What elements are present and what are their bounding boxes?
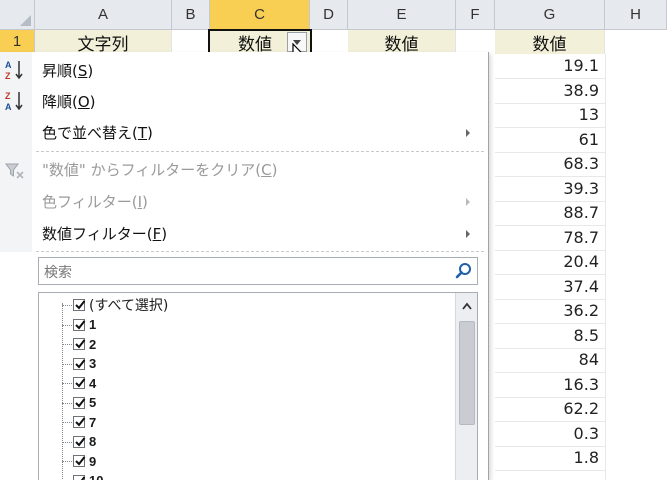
checkbox-checked-icon[interactable] — [73, 377, 86, 389]
cell-a1[interactable]: 文字列 — [35, 30, 172, 55]
cell-g-value[interactable]: 13 — [495, 103, 599, 127]
option-label: 7 — [89, 414, 97, 430]
checkbox-checked-icon[interactable] — [73, 435, 86, 448]
select-all-corner[interactable] — [0, 0, 35, 30]
sort-descending-icon: Z A — [5, 91, 23, 112]
filter-value-option[interactable]: 10 — [73, 471, 103, 480]
cell-g-value[interactable]: 61 — [495, 128, 599, 152]
option-label: 9 — [89, 453, 97, 469]
submenu-arrow-icon — [466, 230, 470, 238]
filter-value-option[interactable]: 3 — [73, 354, 96, 374]
cell-e1[interactable]: 数値 — [348, 30, 456, 55]
menu-separator — [36, 151, 484, 152]
cell-g-value[interactable]: 0.3 — [495, 422, 599, 446]
column-header-b[interactable]: B — [172, 0, 210, 30]
tree-line — [62, 324, 72, 326]
clear-filter-icon — [5, 163, 24, 179]
checkbox-checked-icon[interactable] — [73, 318, 86, 331]
tree-line — [62, 303, 63, 480]
checkbox-checked-icon[interactable] — [73, 455, 86, 467]
column-header-a[interactable]: A — [35, 0, 172, 30]
autofilter-menu: A Z 昇順(S) Z A 降順(O) 色で並べ替え(T) "数値" からフィル… — [0, 52, 489, 480]
list-scrollbar[interactable] — [455, 293, 477, 480]
svg-text:Z: Z — [5, 71, 11, 81]
sort-by-color-item[interactable]: 色で並べ替え(T) — [42, 120, 153, 146]
option-label: 2 — [89, 336, 97, 352]
filter-value-option[interactable]: 8 — [73, 432, 96, 452]
cell-g1[interactable]: 数値 — [495, 30, 605, 55]
checkbox-checked-icon[interactable] — [73, 416, 86, 428]
sort-ascending-icon: A Z — [5, 60, 23, 81]
checkbox-checked-icon[interactable] — [73, 338, 86, 350]
number-filter-item[interactable]: 数値フィルター(F) — [42, 221, 167, 247]
option-label: 10 — [89, 473, 103, 480]
submenu-arrow-icon — [466, 129, 470, 137]
filter-value-option[interactable]: 9 — [73, 451, 96, 471]
cell-g-value[interactable]: 8.5 — [495, 324, 599, 348]
tree-line — [62, 305, 72, 306]
select-all-option[interactable]: (すべて選択) — [73, 295, 168, 315]
filter-value-option[interactable]: 7 — [73, 412, 96, 432]
column-header-f[interactable]: F — [456, 0, 495, 30]
cell-g-value[interactable]: 38.9 — [495, 79, 599, 103]
tree-line — [62, 344, 72, 345]
search-placeholder: 検索 — [44, 265, 72, 281]
option-label: 1 — [89, 317, 97, 332]
column-header-h[interactable]: H — [605, 0, 667, 30]
checkbox-checked-icon[interactable] — [73, 474, 86, 480]
cell-g-value[interactable]: 20.4 — [495, 250, 599, 274]
filter-value-option[interactable]: 4 — [73, 373, 96, 393]
column-header-g[interactable]: G — [495, 0, 605, 30]
cell-g-value[interactable]: 39.3 — [495, 177, 599, 201]
column-header-d[interactable]: D — [310, 0, 348, 30]
value-checklist: (すべて選択) 1 2 3 4 5 7 8 9 10 — [38, 292, 478, 480]
column-header-c[interactable]: C — [210, 0, 310, 30]
cell-g-value[interactable]: 62.2 — [495, 397, 599, 421]
color-filter-item[interactable]: 色フィルター(I) — [42, 189, 148, 215]
option-label: 5 — [89, 395, 97, 410]
search-input[interactable]: 検索 — [38, 257, 478, 285]
option-label: 8 — [89, 434, 97, 449]
cell-g-value[interactable]: 84 — [495, 348, 599, 372]
tree-line — [62, 402, 72, 404]
svg-text:A: A — [5, 60, 12, 70]
scrollbar-thumb[interactable] — [459, 321, 475, 425]
search-icon[interactable] — [455, 262, 473, 280]
filter-value-option[interactable]: 1 — [73, 315, 96, 335]
gridline — [495, 470, 605, 471]
tree-line — [62, 383, 72, 384]
tree-line — [62, 422, 72, 423]
sort-descending-item[interactable]: 降順(O) — [42, 89, 96, 115]
gridline — [605, 54, 606, 480]
cell-g-value[interactable]: 37.4 — [495, 275, 599, 299]
cell-g-value[interactable]: 19.1 — [495, 54, 599, 78]
scroll-up-icon[interactable] — [462, 302, 472, 310]
cell-g-value[interactable]: 88.7 — [495, 201, 599, 225]
tree-line — [62, 441, 72, 443]
svg-text:Z: Z — [5, 91, 11, 101]
menu-separator — [36, 251, 484, 252]
cell-g-value[interactable]: 1.8 — [495, 446, 599, 470]
submenu-arrow-icon — [466, 198, 470, 206]
row-header-1[interactable]: 1 — [0, 30, 35, 54]
filter-value-option[interactable]: 2 — [73, 334, 96, 354]
cell-g-value[interactable]: 78.7 — [495, 226, 599, 250]
checkbox-checked-icon[interactable] — [73, 299, 86, 311]
option-label: 4 — [89, 375, 97, 391]
menu-icon-gutter — [0, 52, 32, 252]
cell-g-value[interactable]: 16.3 — [495, 373, 599, 397]
checkbox-checked-icon[interactable] — [73, 357, 86, 370]
clear-filter-item[interactable]: "数値" からフィルターをクリア(C) — [42, 157, 277, 183]
cell-g-value[interactable]: 68.3 — [495, 152, 599, 176]
tree-line — [62, 461, 72, 462]
svg-text:A: A — [5, 102, 12, 112]
option-label: (すべて選択) — [89, 298, 169, 314]
cell-g-value[interactable]: 36.2 — [495, 299, 599, 323]
filter-value-option[interactable]: 5 — [73, 393, 96, 413]
column-header-e[interactable]: E — [348, 0, 456, 30]
sort-ascending-item[interactable]: 昇順(S) — [42, 58, 93, 84]
checkbox-checked-icon[interactable] — [73, 396, 86, 409]
option-label: 3 — [89, 356, 97, 371]
tree-line — [62, 363, 72, 365]
